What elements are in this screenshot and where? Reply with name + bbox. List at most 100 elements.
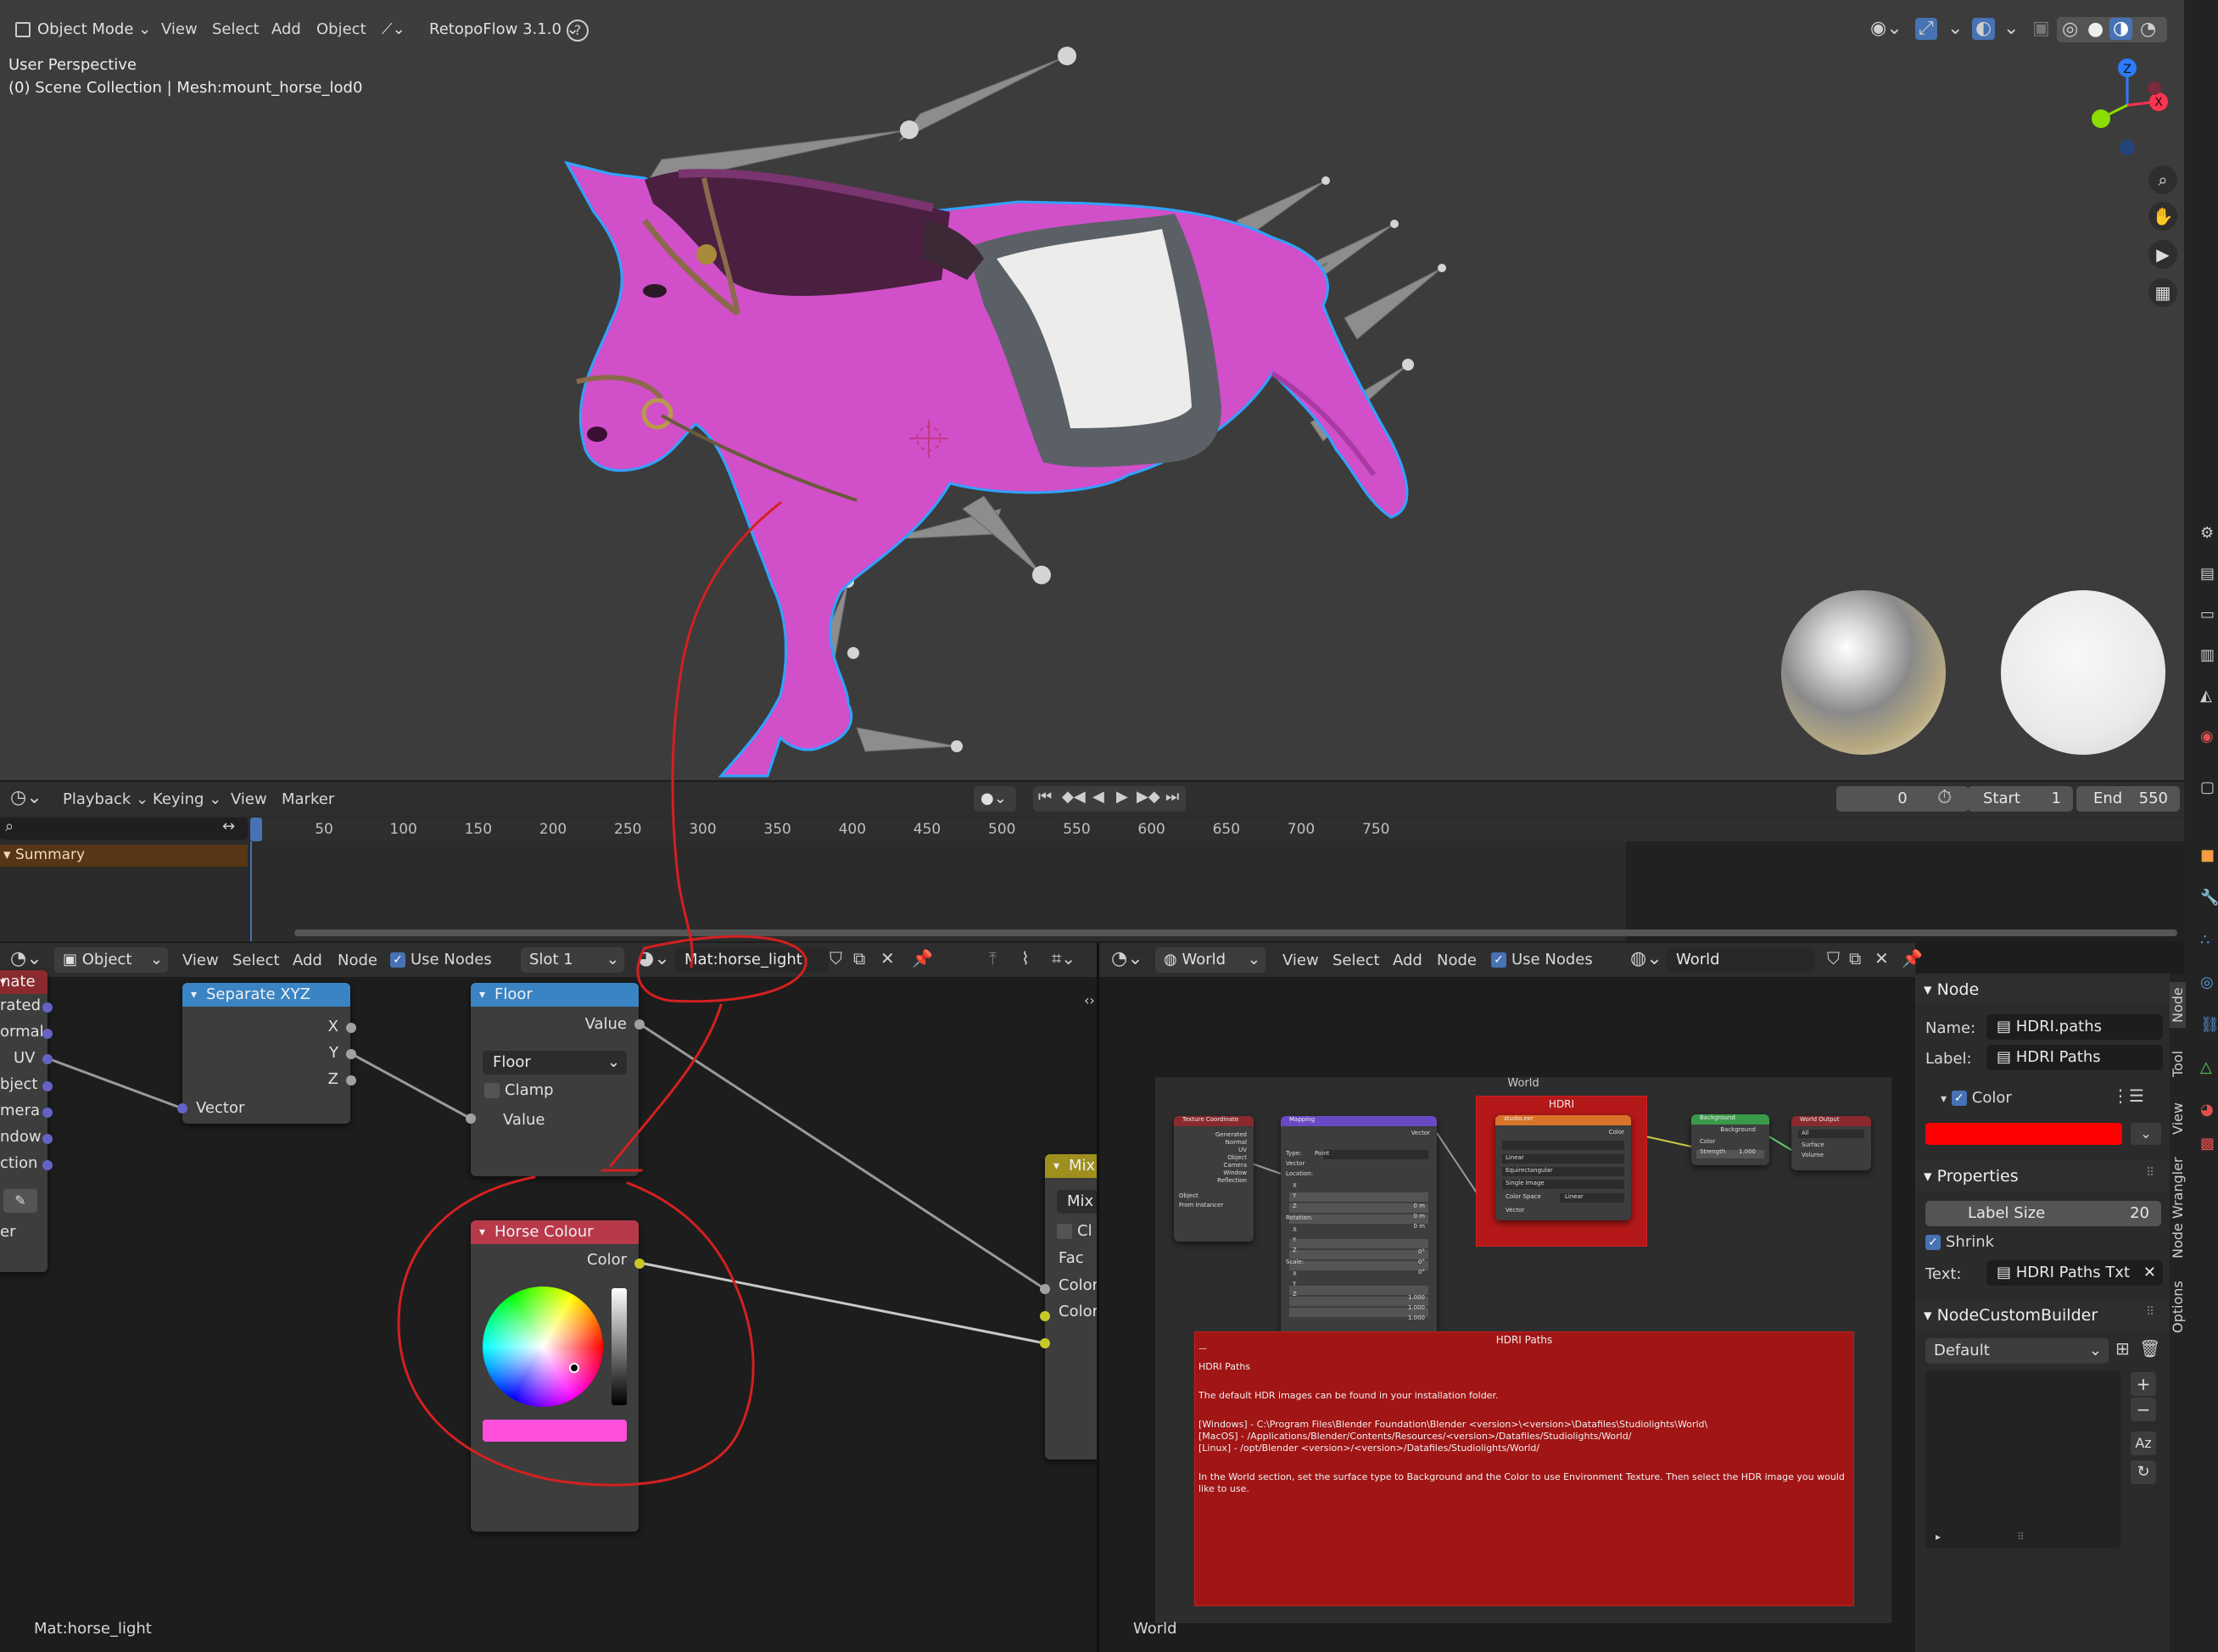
menu-marker[interactable]: Marker bbox=[282, 790, 334, 808]
play-reverse-icon[interactable]: ◀ bbox=[1092, 790, 1104, 805]
texture-icon[interactable]: ▩ bbox=[2200, 1136, 2215, 1152]
tab-tool[interactable]: Tool bbox=[2170, 1051, 2186, 1077]
drag-handle-icon[interactable]: ⠿ bbox=[2146, 1306, 2154, 1318]
node-color-swatch[interactable] bbox=[1925, 1123, 2122, 1145]
summary-channel[interactable]: ▾ Summary bbox=[0, 845, 248, 867]
editor-type-icon[interactable]: ◷⌄ bbox=[10, 789, 42, 807]
tab-node-wrangler[interactable]: Node Wrangler bbox=[2170, 1158, 2186, 1259]
tool-icon[interactable]: ⚙ bbox=[2200, 526, 2214, 541]
socket-color-out[interactable] bbox=[634, 1259, 645, 1269]
mini-field[interactable] bbox=[1289, 1203, 1428, 1213]
clamp-checkbox[interactable]: Clamp bbox=[484, 1081, 554, 1099]
jump-end-icon[interactable]: ⏭ bbox=[1165, 790, 1179, 805]
next-keyframe-icon[interactable]: ▶◆ bbox=[1137, 790, 1160, 805]
shader-editor[interactable]: ◔⌄ ▣ Object ⌄ View Select Add Node ✓ Use N… bbox=[0, 943, 1113, 1652]
mini-field[interactable] bbox=[1289, 1261, 1428, 1270]
socket-object[interactable] bbox=[42, 1081, 53, 1091]
color-wheel[interactable] bbox=[483, 1286, 603, 1407]
socket-value-in[interactable] bbox=[466, 1113, 476, 1124]
close-icon[interactable]: ✕ bbox=[2143, 1260, 2156, 1286]
hdri-paths-note[interactable]: HDRI Paths — HDRI Paths The default HDR i… bbox=[1194, 1331, 1854, 1606]
value-slider[interactable] bbox=[612, 1288, 627, 1405]
start-frame-field[interactable]: Start 1 bbox=[1968, 786, 2073, 812]
socket-uv[interactable] bbox=[42, 1054, 53, 1064]
collection-icon[interactable]: ▢ bbox=[2200, 780, 2215, 795]
socket-window[interactable] bbox=[42, 1134, 53, 1144]
socket-vector-in[interactable] bbox=[177, 1103, 187, 1113]
socket-fac[interactable] bbox=[1040, 1284, 1050, 1294]
list-icon[interactable]: ⋮☰ bbox=[2112, 1087, 2144, 1104]
socket-z[interactable] bbox=[346, 1075, 356, 1086]
prev-keyframe-icon[interactable]: ◆◀ bbox=[1062, 790, 1086, 805]
data-icon[interactable]: △ bbox=[2200, 1060, 2212, 1075]
timeline-track[interactable] bbox=[250, 841, 2186, 941]
timeline-scrollbar[interactable] bbox=[294, 929, 2177, 936]
mini-node-environment-texture[interactable]: studio.exr Color Linear Equirectangular Sin… bbox=[1495, 1115, 1631, 1220]
floor-operation-dropdown[interactable]: Floor ⌄ bbox=[483, 1051, 627, 1074]
menu-playback[interactable]: Playback ⌄ bbox=[63, 790, 148, 808]
shrink-checkbox[interactable]: ✓ Shrink bbox=[1925, 1233, 1994, 1251]
physics-icon[interactable]: ◎ bbox=[2200, 975, 2214, 991]
stopwatch-icon[interactable]: ⏱ bbox=[1937, 789, 1952, 807]
color-toggle[interactable]: ▾ ✓ Color bbox=[1941, 1089, 2012, 1107]
socket-color2[interactable] bbox=[1040, 1338, 1050, 1348]
add-item-button[interactable]: + bbox=[2131, 1372, 2156, 1396]
record-button[interactable]: ●⌄ bbox=[974, 786, 1016, 812]
color-swatch[interactable] bbox=[483, 1420, 627, 1442]
color-wheel-cursor[interactable] bbox=[569, 1363, 579, 1373]
socket-reflection[interactable] bbox=[42, 1160, 53, 1170]
hdri-frame[interactable]: HDRI studio.exr Color Linear Equirectangul… bbox=[1476, 1096, 1647, 1247]
sort-az-button[interactable]: Az bbox=[2131, 1432, 2156, 1455]
mini-field[interactable] bbox=[1289, 1239, 1428, 1248]
tab-options[interactable]: Options bbox=[2170, 1281, 2186, 1333]
text-datablock-field[interactable]: ▤ HDRI Paths Txt ✕ bbox=[1986, 1260, 2163, 1286]
menu-keying[interactable]: Keying ⌄ bbox=[153, 790, 221, 808]
node-horse-colour[interactable]: Horse Colour Color bbox=[471, 1220, 639, 1532]
mini-node-texture-coordinate[interactable]: Texture Coordinate Generated Normal UV Obje… bbox=[1174, 1116, 1254, 1242]
tab-view[interactable]: View bbox=[2170, 1102, 2186, 1135]
name-field[interactable]: ▤ HDRI.paths bbox=[1986, 1014, 2163, 1040]
socket-y[interactable] bbox=[346, 1049, 356, 1059]
material-icon[interactable]: ◕ bbox=[2200, 1102, 2214, 1118]
ncb-preset-dropdown[interactable]: Default ⌄ bbox=[1925, 1338, 2109, 1364]
add-folder-icon[interactable]: ⊞ bbox=[2115, 1340, 2130, 1357]
clamp-checkbox[interactable]: Cl bbox=[1057, 1222, 1092, 1240]
jump-start-icon[interactable]: ⏮ bbox=[1038, 790, 1052, 805]
mini-node-background[interactable]: Background Background Color Strength 1.000 bbox=[1691, 1114, 1769, 1165]
trash-icon[interactable]: 🗑 bbox=[2139, 1340, 2160, 1357]
refresh-button[interactable]: ↻ bbox=[2131, 1460, 2156, 1484]
mini-field[interactable] bbox=[1323, 1150, 1428, 1159]
socket-generated[interactable] bbox=[42, 1002, 53, 1013]
resize-grip-icon[interactable]: ⠿ bbox=[2017, 1532, 2025, 1542]
3d-viewport[interactable]: Object Mode ⌄ View Select Add Object ⟋⌄ … bbox=[0, 0, 2184, 780]
view-layer-icon[interactable]: ▥ bbox=[2200, 648, 2215, 663]
node-floor[interactable]: Floor Value Floor⌄ Clamp Value bbox=[471, 983, 639, 1176]
color-presets-dropdown[interactable]: ⌄ bbox=[2131, 1123, 2161, 1145]
mini-field[interactable] bbox=[1289, 1192, 1428, 1202]
properties-panel-header[interactable]: ▾ Properties ⠿ bbox=[1915, 1160, 2170, 1191]
mini-field[interactable] bbox=[1502, 1141, 1624, 1150]
socket-color1[interactable] bbox=[1040, 1311, 1050, 1321]
world-editor[interactable]: ◔⌄ ◍ World ⌄ View Select Add Node ✓ Use No… bbox=[1099, 943, 1923, 1652]
node-panel-header[interactable]: ▾ Node bbox=[1915, 974, 2170, 1004]
render-icon[interactable]: ▤ bbox=[2200, 566, 2215, 582]
end-frame-field[interactable]: End 550 bbox=[2076, 786, 2180, 812]
eyedropper-icon[interactable]: ✎ bbox=[3, 1189, 37, 1213]
socket-value-out[interactable] bbox=[634, 1019, 645, 1030]
modifier-icon[interactable]: 🔧 bbox=[2200, 890, 2218, 906]
play-icon[interactable]: ▶ bbox=[1116, 790, 1128, 805]
mini-node-world-output[interactable]: World Output All Surface Volume bbox=[1791, 1116, 1871, 1170]
ncb-list[interactable]: ▸ ⠿ bbox=[1925, 1370, 2120, 1549]
socket-camera[interactable] bbox=[42, 1108, 53, 1118]
node-separate-xyz[interactable]: Separate XYZ X Y Z Vector bbox=[182, 983, 350, 1124]
world-icon[interactable]: ◉ bbox=[2200, 729, 2214, 745]
mini-field[interactable] bbox=[1289, 1250, 1428, 1259]
label-field[interactable]: ▤ HDRI Paths bbox=[1986, 1045, 2163, 1070]
label-size-field[interactable]: Label Size 20 bbox=[1925, 1201, 2161, 1226]
tab-node[interactable]: Node bbox=[2170, 982, 2186, 1028]
object-icon[interactable]: ■ bbox=[2200, 848, 2215, 863]
menu-view[interactable]: View bbox=[231, 790, 267, 808]
particles-icon[interactable]: ∴ bbox=[2200, 933, 2210, 948]
drag-handle-icon[interactable]: ⠿ bbox=[2146, 1167, 2154, 1179]
constraints-icon[interactable]: ⛓ bbox=[2200, 1018, 2218, 1033]
